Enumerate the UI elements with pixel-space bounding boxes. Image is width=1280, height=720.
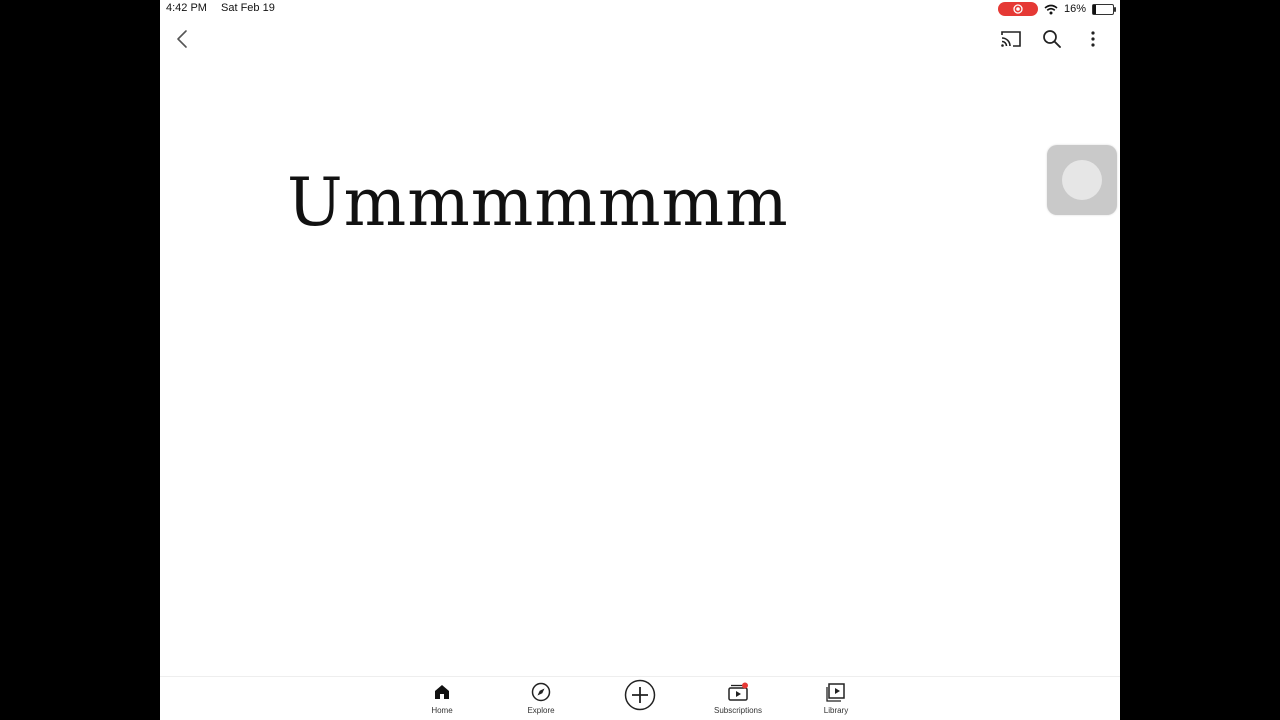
- search-icon: [1043, 30, 1061, 48]
- subscriptions-icon: [727, 681, 749, 703]
- top-app-bar: [160, 22, 1120, 58]
- nav-create[interactable]: [600, 679, 680, 717]
- status-time: 4:42 PM: [166, 2, 207, 14]
- nav-library[interactable]: Library: [796, 681, 876, 719]
- status-indicators: 16%: [997, 1, 1116, 17]
- battery-percent: 16%: [1063, 3, 1086, 15]
- app-screen: 4:42 PM Sat Feb 19 16% Ummmmmmm Home Exp…: [160, 0, 1120, 720]
- bottom-navigation: Home Explore Subscriptions Library: [160, 676, 1120, 720]
- status-date: Sat Feb 19: [221, 2, 275, 14]
- battery-icon: [1092, 3, 1116, 15]
- cast-icon: [1001, 31, 1021, 47]
- nav-explore[interactable]: Explore: [501, 681, 581, 719]
- record-icon: [1013, 4, 1023, 14]
- compass-icon: [530, 681, 552, 703]
- assistive-touch-button[interactable]: [1047, 145, 1117, 215]
- nav-subscriptions[interactable]: Subscriptions: [698, 681, 778, 719]
- back-button[interactable]: [168, 25, 196, 53]
- nav-subscriptions-label: Subscriptions: [713, 706, 763, 715]
- wifi-icon: [1044, 4, 1058, 14]
- cast-button[interactable]: [997, 25, 1025, 53]
- story-text: Ummmmmmm: [287, 164, 789, 241]
- search-button[interactable]: [1038, 25, 1066, 53]
- library-icon: [825, 681, 847, 703]
- plus-circle-icon: [624, 679, 656, 711]
- nav-library-label: Library: [823, 706, 849, 715]
- more-options-button[interactable]: [1079, 25, 1107, 53]
- assistive-touch-inner: [1062, 160, 1102, 200]
- screen-record-indicator[interactable]: [997, 2, 1038, 16]
- nav-home[interactable]: Home: [402, 681, 482, 719]
- nav-explore-label: Explore: [527, 706, 555, 715]
- home-icon: [431, 681, 453, 703]
- more-vertical-icon: [1091, 31, 1095, 47]
- chevron-left-icon: [177, 30, 187, 48]
- nav-home-label: Home: [431, 706, 453, 715]
- battery-level-fill: [1093, 4, 1097, 14]
- status-bar: 4:42 PM Sat Feb 19 16%: [160, 0, 1120, 18]
